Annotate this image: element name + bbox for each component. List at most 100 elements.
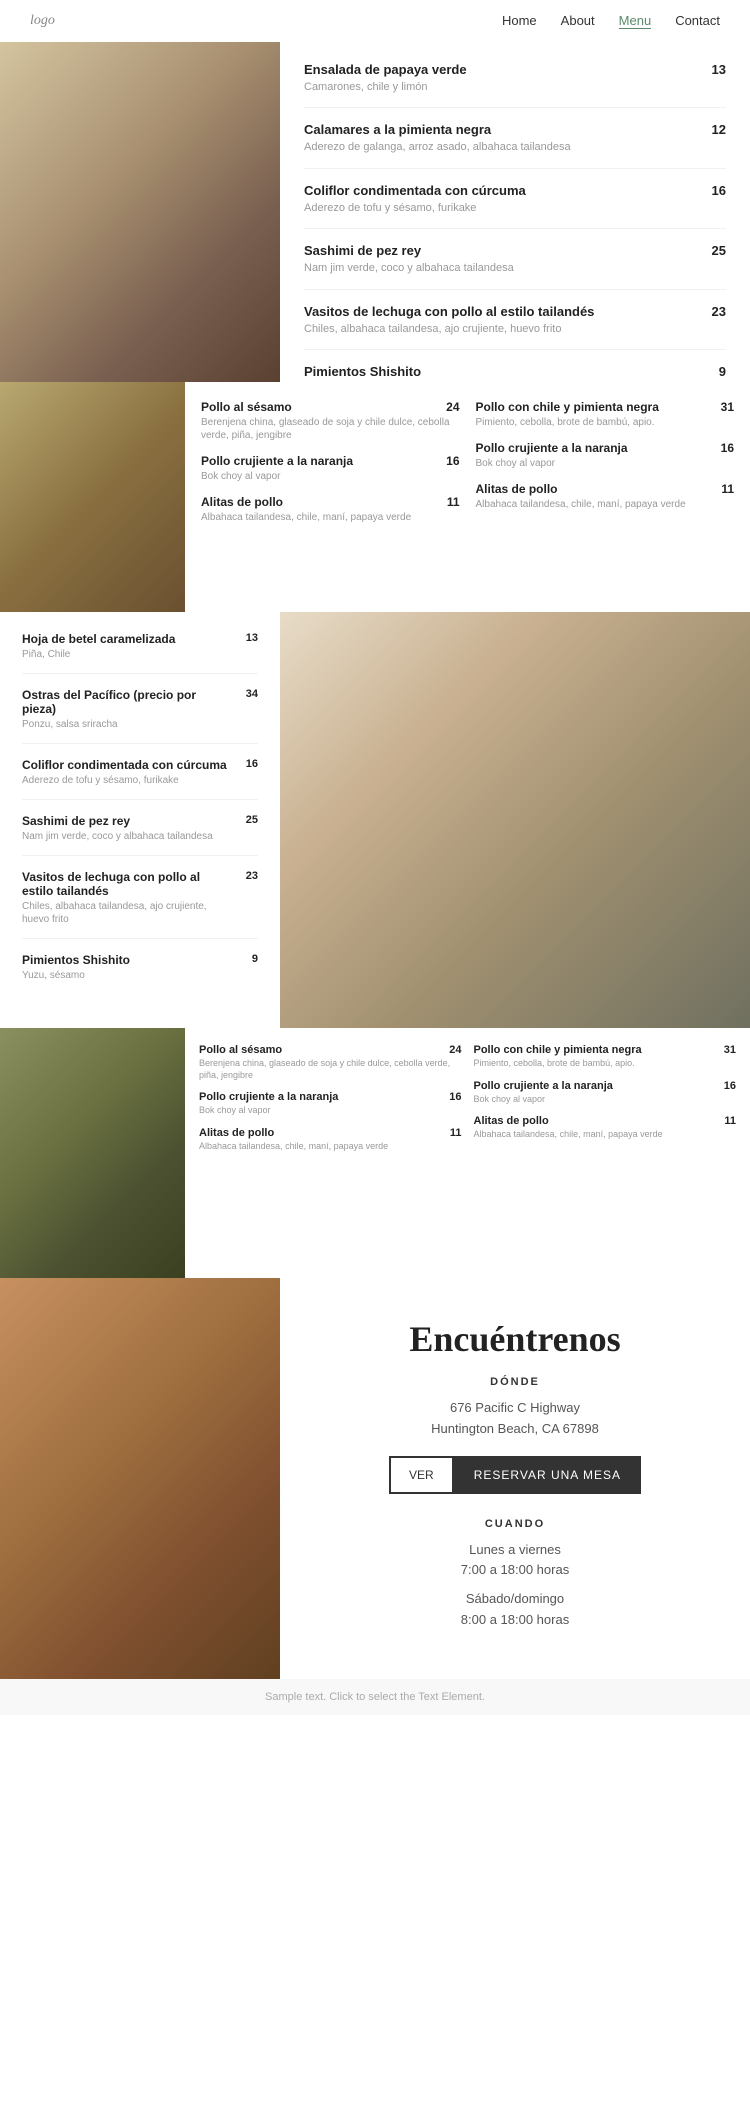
col-menu-right: Pollo con chile y pimienta negra 31 Pimi… [476,400,735,594]
logo: logo [30,13,55,29]
col-menu-item: Pollo con chile y pimienta negra 31 Pimi… [476,400,735,429]
menu-item-row-price: 34 [238,688,258,701]
fcol-name: Pollo al sésamo [199,1044,449,1056]
menu-item-desc: Chiles, albahaca tailandesa, ajo crujien… [304,322,726,337]
hero-image [0,42,280,382]
menu-item-row-price: 13 [238,632,258,645]
col-menu-price: 16 [721,441,734,455]
menu-list-left: Hoja de betel caramelizada Piña, Chile 1… [0,612,280,1028]
menu-item: Vasitos de lechuga con pollo al estilo t… [304,304,726,350]
fcol-name: Pollo crujiente a la naranja [199,1091,449,1103]
menu-item-row-price: 16 [238,758,258,771]
menu-item-row: Sashimi de pez rey Nam jim verde, coco y… [22,814,258,856]
menu-item-row-name: Sashimi de pez rey [22,814,230,828]
nav-home[interactable]: Home [502,13,537,28]
fcol-desc: Pimiento, cebolla, brote de bambú, apio. [474,1058,737,1070]
nav-about[interactable]: About [561,13,595,28]
fcol-desc: Berenjena china, glaseado de soja y chil… [199,1058,462,1081]
fcol-item: Pollo al sésamo 24 Berenjena china, glas… [199,1044,462,1081]
col-menu-name: Pollo crujiente a la naranja [201,454,353,468]
schedule1: Lunes a viernes 7:00 a 18:00 horas [310,1540,720,1582]
menu-item-name: Pimientos Shishito [304,364,719,379]
fcol-price: 16 [724,1080,736,1092]
fcol-name: Alitas de pollo [199,1127,450,1139]
menu-item-row-name: Ostras del Pacífico (precio por pieza) [22,688,230,716]
fcol-desc: Bok choy al vapor [474,1094,737,1106]
button-group: VER RESERVAR UNA MESA [310,1456,720,1494]
fcol-name: Pollo crujiente a la naranja [474,1080,724,1092]
section4-menu: Pollo al sésamo 24 Berenjena china, glas… [185,1028,750,1278]
menu-item: Calamares a la pimienta negra 12 Aderezo… [304,122,726,168]
menu-item-row: Ostras del Pacífico (precio por pieza) P… [22,688,258,744]
menu-item-price: 12 [712,122,726,137]
ver-button[interactable]: VER [389,1456,454,1494]
address-line1: 676 Pacific C Highway [450,1400,580,1415]
col-menu-name: Alitas de pollo [476,482,558,496]
fcol-item: Alitas de pollo 11 Albahaca tailandesa, … [199,1127,462,1153]
col-menu-desc: Albahaca tailandesa, chile, maní, papaya… [201,511,460,524]
col-menu-price: 16 [446,454,459,468]
menu-item: Coliflor condimentada con cúrcuma 16 Ade… [304,183,726,229]
col-menu-item: Alitas de pollo 11 Albahaca tailandesa, … [476,482,735,511]
encuentrenos-content: Encuéntrenos DÓNDE 676 Pacific C Highway… [280,1278,750,1679]
cuando-label: CUANDO [310,1518,720,1530]
menu-item-price: 16 [712,183,726,198]
menu-item-row-desc: Nam jim verde, coco y albahaca tailandes… [22,830,230,843]
col-menu-desc: Bok choy al vapor [476,457,735,470]
menu-item-row-desc: Ponzu, salsa sriracha [22,718,230,731]
menu-item-row-desc: Piña, Chile [22,648,230,661]
menu-item: Sashimi de pez rey 25 Nam jim verde, coc… [304,243,726,289]
fcol-name: Alitas de pollo [474,1115,725,1127]
fcol-price: 24 [449,1044,461,1056]
navbar: logo Home About Menu Contact [0,0,750,42]
menu-item-name: Ensalada de papaya verde [304,62,712,77]
menu-item-row: Hoja de betel caramelizada Piña, Chile 1… [22,632,258,674]
menu-item-row-desc: Chiles, albahaca tailandesa, ajo crujien… [22,900,230,926]
fcol-price: 16 [449,1091,461,1103]
fcol-desc: Albahaca tailandesa, chile, maní, papaya… [474,1129,737,1141]
col-menu-price: 31 [721,400,734,414]
menu-item-row-name: Vasitos de lechuga con pollo al estilo t… [22,870,230,898]
section-4col: Pollo al sésamo 24 Berenjena china, glas… [0,1028,750,1278]
col-menu-name: Pollo crujiente a la naranja [476,441,628,455]
section3-image [280,612,750,1028]
fcol-price: 31 [724,1044,736,1056]
fcol-item: Pollo crujiente a la naranja 16 Bok choy… [474,1080,737,1106]
schedule1-hours: 7:00 a 18:00 horas [461,1562,569,1577]
schedule1-label: Lunes a viernes [469,1542,561,1557]
menu-item-row: Coliflor condimentada con cúrcuma Aderez… [22,758,258,800]
menu-item-desc: Camarones, chile y limón [304,80,726,95]
menu-item-price: 9 [719,364,726,379]
col-menu-price: 11 [447,495,460,509]
col-menu-desc: Bok choy al vapor [201,470,460,483]
section4-image [0,1028,185,1278]
menu-item-row: Vasitos de lechuga con pollo al estilo t… [22,870,258,939]
menu-item: Pimientos Shishito 9 Yuzu, sésamo [304,364,726,382]
nav-menu[interactable]: Menu [619,13,652,29]
menu-item-name: Calamares a la pimienta negra [304,122,712,137]
reservar-button[interactable]: RESERVAR UNA MESA [454,1456,641,1494]
col-menu-name: Alitas de pollo [201,495,283,509]
menu-item-row-name: Hoja de betel caramelizada [22,632,230,646]
schedule2: Sábado/domingo 8:00 a 18:00 horas [310,1589,720,1631]
menu-item-row-desc: Aderezo de tofu y sésamo, furikake [22,774,230,787]
section2-menu: Pollo al sésamo 24 Berenjena china, glas… [185,382,750,612]
menu-item-desc: Aderezo de tofu y sésamo, furikake [304,201,726,216]
section-two-col: Pollo al sésamo 24 Berenjena china, glas… [0,382,750,612]
fcol-item: Pollo con chile y pimienta negra 31 Pimi… [474,1044,737,1070]
col-menu-desc: Pimiento, cebolla, brote de bambú, apio. [476,416,735,429]
donde-label: DÓNDE [310,1376,720,1388]
section2-image [0,382,185,612]
menu-item-row-price: 9 [238,953,258,966]
col-menu-desc: Berenjena china, glaseado de soja y chil… [201,416,460,442]
nav-contact[interactable]: Contact [675,13,720,28]
menu-item-row-price: 25 [238,814,258,827]
section-encuentrenos: Encuéntrenos DÓNDE 676 Pacific C Highway… [0,1278,750,1679]
menu-item-price: 23 [712,304,726,319]
address: 676 Pacific C Highway Huntington Beach, … [310,1398,720,1440]
address-line2: Huntington Beach, CA 67898 [431,1421,599,1436]
col-menu-desc: Albahaca tailandesa, chile, maní, papaya… [476,498,735,511]
section-menu-img: Hoja de betel caramelizada Piña, Chile 1… [0,612,750,1028]
menu-item-price: 25 [712,243,726,258]
menu-item-row-name: Coliflor condimentada con cúrcuma [22,758,230,772]
